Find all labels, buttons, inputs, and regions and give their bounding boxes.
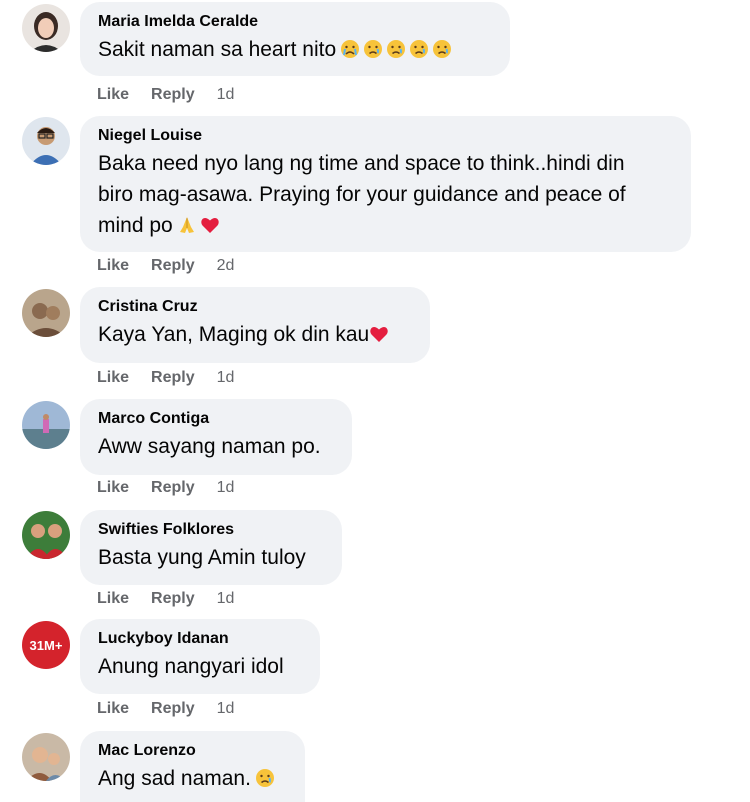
comment-time[interactable]: 2d	[217, 256, 235, 276]
like-button[interactable]: Like	[97, 478, 129, 498]
comment-time[interactable]: 1d	[217, 368, 235, 388]
avatar[interactable]	[22, 401, 70, 449]
avatar[interactable]	[22, 733, 70, 781]
sad-face-icon	[255, 769, 274, 787]
like-button[interactable]: Like	[97, 589, 129, 609]
sad-face-icon	[433, 40, 452, 58]
comment-author[interactable]: Niegel Louise	[98, 126, 673, 146]
comment-actions: Like Reply 1d	[97, 85, 234, 105]
comment-text-line: mind po	[98, 210, 673, 241]
comment-actions: Like Reply 1d	[97, 368, 234, 388]
comment-bubble: Maria Imelda Ceralde Sakit naman sa hear…	[80, 2, 510, 76]
like-button[interactable]: Like	[97, 368, 129, 388]
comment-text: Anung nangyari idol	[98, 655, 284, 678]
reply-button[interactable]: Reply	[151, 368, 195, 388]
comment-text: Basta yung Amin tuloy	[98, 546, 306, 569]
like-button[interactable]: Like	[97, 256, 129, 276]
avatar[interactable]	[22, 117, 70, 165]
crying-face-icon	[341, 40, 360, 58]
comment-author[interactable]: Maria Imelda Ceralde	[98, 12, 492, 32]
comment-text: Kaya Yan, Maging ok din kau	[98, 319, 412, 350]
comment-actions: Like Reply 1d	[97, 589, 234, 609]
comment-bubble: Mac Lorenzo Ang sad naman.	[80, 731, 305, 802]
comment-time[interactable]: 1d	[217, 478, 235, 498]
reply-button[interactable]: Reply	[151, 589, 195, 609]
avatar[interactable]	[22, 289, 70, 337]
comment-text: Baka need nyo lang ng time and space to …	[98, 148, 673, 241]
comment-bubble: Swifties Folklores Basta yung Amin tuloy	[80, 510, 342, 585]
like-button[interactable]: Like	[97, 699, 129, 719]
red-heart-icon	[370, 327, 388, 342]
comment-actions: Like Reply 1d	[97, 699, 234, 719]
comment-text: Ang sad naman.	[98, 763, 287, 794]
comment-text: Sakit naman sa heart nito	[98, 34, 492, 65]
sad-face-icon	[387, 40, 406, 58]
reply-button[interactable]: Reply	[151, 699, 195, 719]
avatar-badge-text: 31M+	[29, 637, 63, 653]
reply-button[interactable]: Reply	[151, 85, 195, 105]
comment-bubble: Luckyboy Idanan Anung nangyari idol	[80, 619, 320, 694]
comment-author[interactable]: Luckyboy Idanan	[98, 629, 302, 649]
comment-author[interactable]: Marco Contiga	[98, 409, 334, 429]
comment-author[interactable]: Mac Lorenzo	[98, 741, 287, 761]
avatar[interactable]	[22, 511, 70, 559]
comment-author[interactable]: Swifties Folklores	[98, 520, 324, 540]
reply-button[interactable]: Reply	[151, 478, 195, 498]
reply-button[interactable]: Reply	[151, 256, 195, 276]
comment-bubble: Cristina Cruz Kaya Yan, Maging ok din ka…	[80, 287, 430, 363]
red-heart-icon	[200, 218, 219, 233]
comment-bubble: Niegel Louise Baka need nyo lang ng time…	[80, 116, 691, 252]
comment-bubble: Marco Contiga Aww sayang naman po.	[80, 399, 352, 475]
comment-author[interactable]: Cristina Cruz	[98, 297, 412, 317]
comment-text-line: biro mag-asawa. Praying for your guidanc…	[98, 183, 626, 206]
comment-time[interactable]: 1d	[217, 699, 235, 719]
sad-face-icon	[364, 40, 383, 58]
avatar[interactable]: 31M+	[22, 621, 70, 669]
sad-face-icon	[410, 40, 429, 58]
folded-hands-icon	[179, 217, 194, 233]
comment-time[interactable]: 1d	[217, 589, 235, 609]
like-button[interactable]: Like	[97, 85, 129, 105]
comment-actions: Like Reply 2d	[97, 256, 234, 276]
comment-time[interactable]: 1d	[217, 85, 235, 105]
avatar[interactable]	[22, 4, 70, 52]
comment-actions: Like Reply 1d	[97, 478, 234, 498]
comment-text-line: Baka need nyo lang ng time and space to …	[98, 152, 625, 175]
comment-text: Aww sayang naman po.	[98, 435, 321, 458]
